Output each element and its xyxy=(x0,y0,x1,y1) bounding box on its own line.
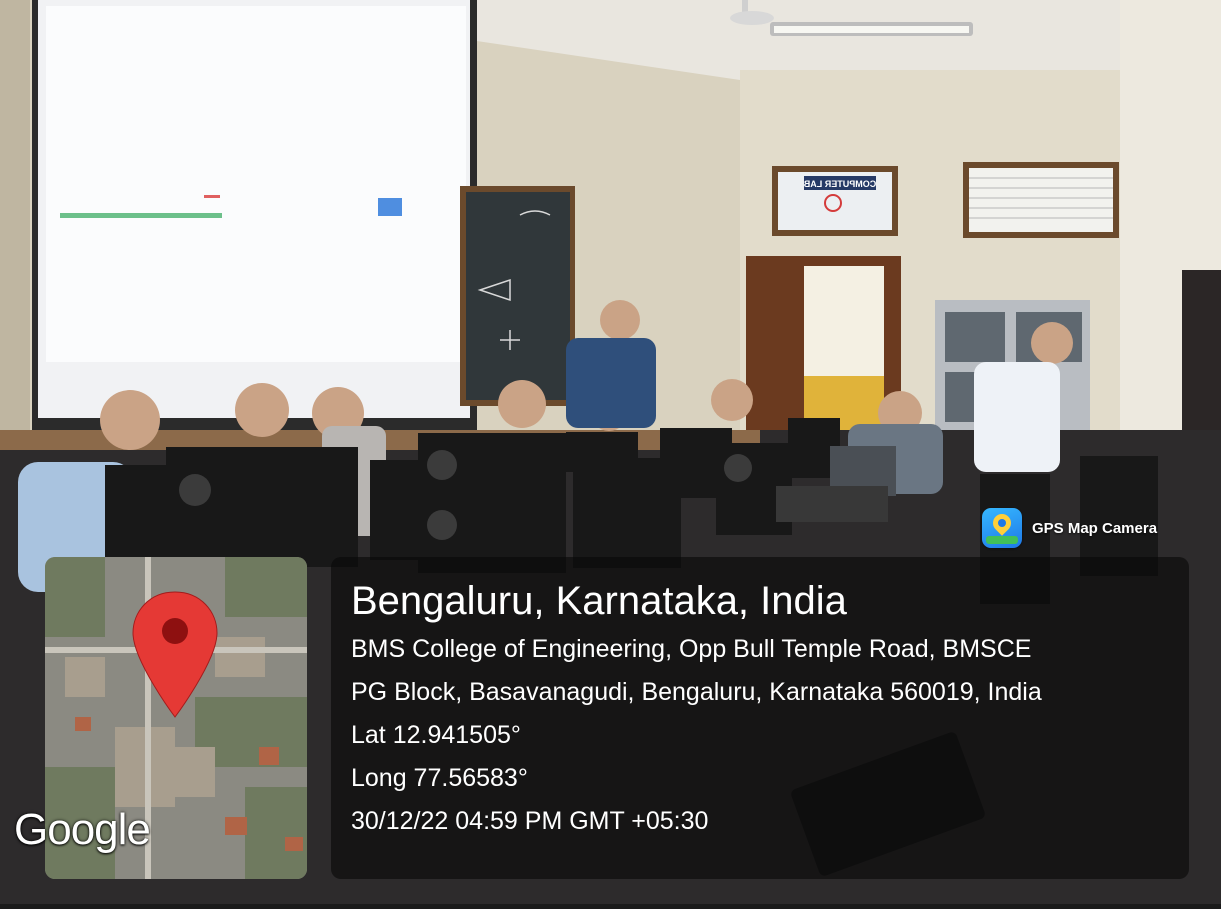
city-title: Bengaluru, Karnataka, India xyxy=(351,579,847,623)
google-map-attribution: Google xyxy=(14,805,151,854)
longitude-text: Long 77.56583° xyxy=(351,764,528,792)
location-info-panel: Bengaluru, Karnataka, India BMS College … xyxy=(331,557,1189,879)
address-line-2: PG Block, Basavanagudi, Bengaluru, Karna… xyxy=(351,678,1042,706)
address-line-1: BMS College of Engineering, Opp Bull Tem… xyxy=(351,635,1032,663)
gps-map-camera-badge: GPS Map Camera xyxy=(982,507,1157,549)
signage-text: COMPUTER LAB xyxy=(803,179,876,189)
timestamp-text: 30/12/22 04:59 PM GMT +05:30 xyxy=(351,807,709,835)
map-pin-icon xyxy=(982,508,1022,548)
badge-label: GPS Map Camera xyxy=(1032,519,1158,537)
latitude-text: Lat 12.941505° xyxy=(351,721,521,749)
